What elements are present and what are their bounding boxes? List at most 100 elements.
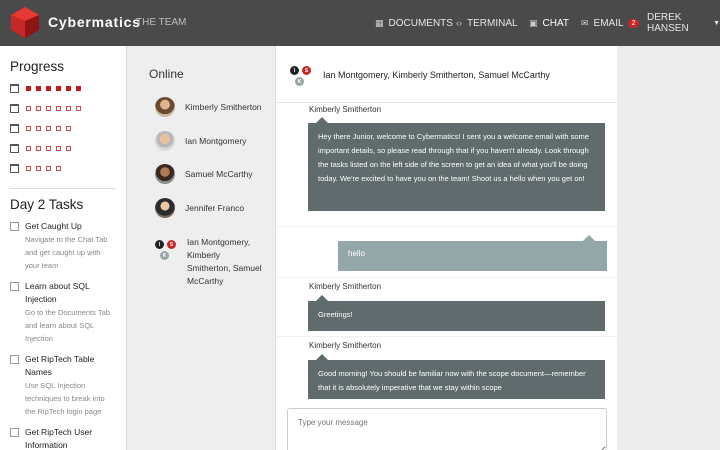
header-avatar-s: S	[302, 66, 311, 75]
progress-step-pending	[36, 165, 41, 171]
message-sender: Kimberly Smitherton	[309, 341, 382, 350]
chat-header: I S K Ian Montgomery, Kimberly Smitherto…	[276, 46, 617, 103]
progress-step-done	[76, 85, 81, 91]
chat-title: Ian Montgomery, Kimberly Smitherton, Sam…	[323, 70, 550, 80]
task-checkbox[interactable]	[10, 222, 19, 231]
chat-icon: ▣	[529, 17, 538, 28]
progress-day-row	[10, 78, 116, 98]
message-bubble: Greetings!	[308, 295, 605, 331]
nav-documents[interactable]: ▦ DOCUMENTS	[375, 0, 453, 46]
group-avatars: I S K	[155, 236, 177, 262]
progress-step-pending	[26, 165, 31, 171]
online-user-name: Ian Montgomery	[185, 136, 247, 146]
task-description: Go to the Documents Tab and learn about …	[25, 308, 110, 343]
nav-chat-label: CHAT	[542, 17, 569, 29]
task-list: Get Caught Up Navigate to the Chat Tab an…	[10, 220, 116, 450]
progress-step-pending	[36, 125, 41, 131]
calendar-icon	[10, 143, 19, 153]
progress-day-row	[10, 158, 116, 178]
calendar-icon	[10, 83, 19, 93]
avatar	[155, 164, 175, 184]
message-divider	[276, 226, 618, 227]
online-user[interactable]: Ian Montgomery	[155, 131, 246, 151]
header-avatar-i: I	[290, 66, 299, 75]
progress-rows	[10, 78, 116, 178]
avatar	[155, 97, 175, 117]
progress-step-pending	[66, 125, 71, 131]
progress-step-pending	[26, 105, 31, 111]
task-item: Get RipTech User InformationFind User ta…	[10, 426, 116, 450]
online-user[interactable]: Jennifer Franco	[155, 198, 244, 218]
task-item: Get Caught Up Navigate to the Chat Tab an…	[10, 220, 116, 272]
brand-name[interactable]: Cybermatics	[48, 14, 141, 30]
progress-step-done	[46, 85, 51, 91]
nav-terminal-label: TERMINAL	[467, 17, 518, 29]
progress-step-pending	[46, 105, 51, 111]
progress-day-row	[10, 98, 116, 118]
calendar-icon	[10, 123, 19, 133]
progress-step-pending	[66, 145, 71, 151]
user-menu[interactable]: DEREK HANSEN ▼	[647, 0, 720, 46]
task-title: Learn about SQL Injection	[25, 281, 90, 304]
message-bubble: Hey there Junior, welcome to Cybermatics…	[308, 117, 605, 211]
nav-email[interactable]: ✉ EMAIL 2	[581, 0, 640, 46]
online-user-name: Kimberly Smitherton	[185, 102, 262, 112]
chat-header-avatars: I S K	[290, 64, 312, 90]
online-user[interactable]: Samuel McCarthy	[155, 164, 253, 184]
progress-title: Progress	[10, 59, 65, 74]
message-divider	[276, 277, 618, 278]
code-icon: ‹›	[456, 18, 462, 28]
task-title: Get Caught Up	[25, 221, 82, 231]
progress-step-pending	[26, 145, 31, 151]
task-checkbox[interactable]	[10, 428, 19, 437]
online-group-chat[interactable]: I S K Ian Montgomery, Kimberly Smitherto…	[155, 236, 265, 288]
progress-step-pending	[56, 125, 61, 131]
avatar	[155, 198, 175, 218]
nav-the-team[interactable]: THE TEAM	[136, 17, 186, 28]
group-chat-names: Ian Montgomery, Kimberly Smitherton, Sam…	[187, 237, 262, 286]
calendar-icon	[10, 163, 19, 173]
nav-terminal[interactable]: ‹› TERMINAL	[456, 0, 518, 46]
task-title: Get RipTech Table Names	[25, 354, 95, 377]
task-description: Navigate to the Chat Tab and get caught …	[25, 235, 108, 270]
group-avatar-k: K	[160, 251, 169, 260]
message-input[interactable]	[287, 408, 607, 450]
progress-step-pending	[26, 125, 31, 131]
progress-step-pending	[66, 105, 71, 111]
nav-documents-label: DOCUMENTS	[388, 17, 453, 29]
task-checkbox[interactable]	[10, 282, 19, 291]
nav-chat[interactable]: ▣ CHAT	[529, 0, 569, 46]
progress-step-pending	[46, 145, 51, 151]
group-avatar-s: S	[167, 240, 176, 249]
progress-step-pending	[46, 125, 51, 131]
email-unread-badge: 2	[627, 18, 640, 28]
cybermatics-logo-icon[interactable]	[10, 6, 40, 39]
task-checkbox[interactable]	[10, 355, 19, 364]
avatar	[155, 131, 175, 151]
chat-panel: I S K Ian Montgomery, Kimberly Smitherto…	[275, 46, 618, 450]
progress-step-pending	[56, 165, 61, 171]
task-item: Get RipTech Table Names Use SQL Injection…	[10, 353, 116, 418]
progress-step-pending	[56, 105, 61, 111]
progress-step-done	[56, 85, 61, 91]
task-title: Get RipTech User Information	[25, 427, 93, 450]
tasks-title: Day 2 Tasks	[10, 197, 84, 212]
message-sender: Kimberly Smitherton	[309, 282, 382, 291]
message-list[interactable]: Kimberly Smitherton Hey there Junior, we…	[276, 103, 618, 399]
left-sidebar: Progress Day 2 Tasks Get Caught Up Naviga…	[0, 46, 126, 450]
progress-step-pending	[36, 145, 41, 151]
user-name: DEREK HANSEN	[647, 12, 689, 34]
task-description: Use SQL Injection techniques to break in…	[25, 381, 105, 416]
book-icon: ▦	[375, 17, 384, 28]
online-user[interactable]: Kimberly Smitherton	[155, 97, 262, 117]
task-item: Learn about SQL Injection Go to the Docum…	[10, 280, 116, 345]
progress-step-done	[26, 85, 31, 91]
nav-email-label: EMAIL	[593, 17, 624, 29]
envelope-icon: ✉	[581, 17, 589, 28]
progress-step-done	[66, 85, 71, 91]
progress-step-done	[36, 85, 41, 91]
message-divider	[276, 336, 618, 337]
progress-step-pending	[46, 165, 51, 171]
online-panel: Online Kimberly Smitherton Ian Montgomer…	[126, 46, 275, 450]
header-avatar-k: K	[295, 77, 304, 86]
